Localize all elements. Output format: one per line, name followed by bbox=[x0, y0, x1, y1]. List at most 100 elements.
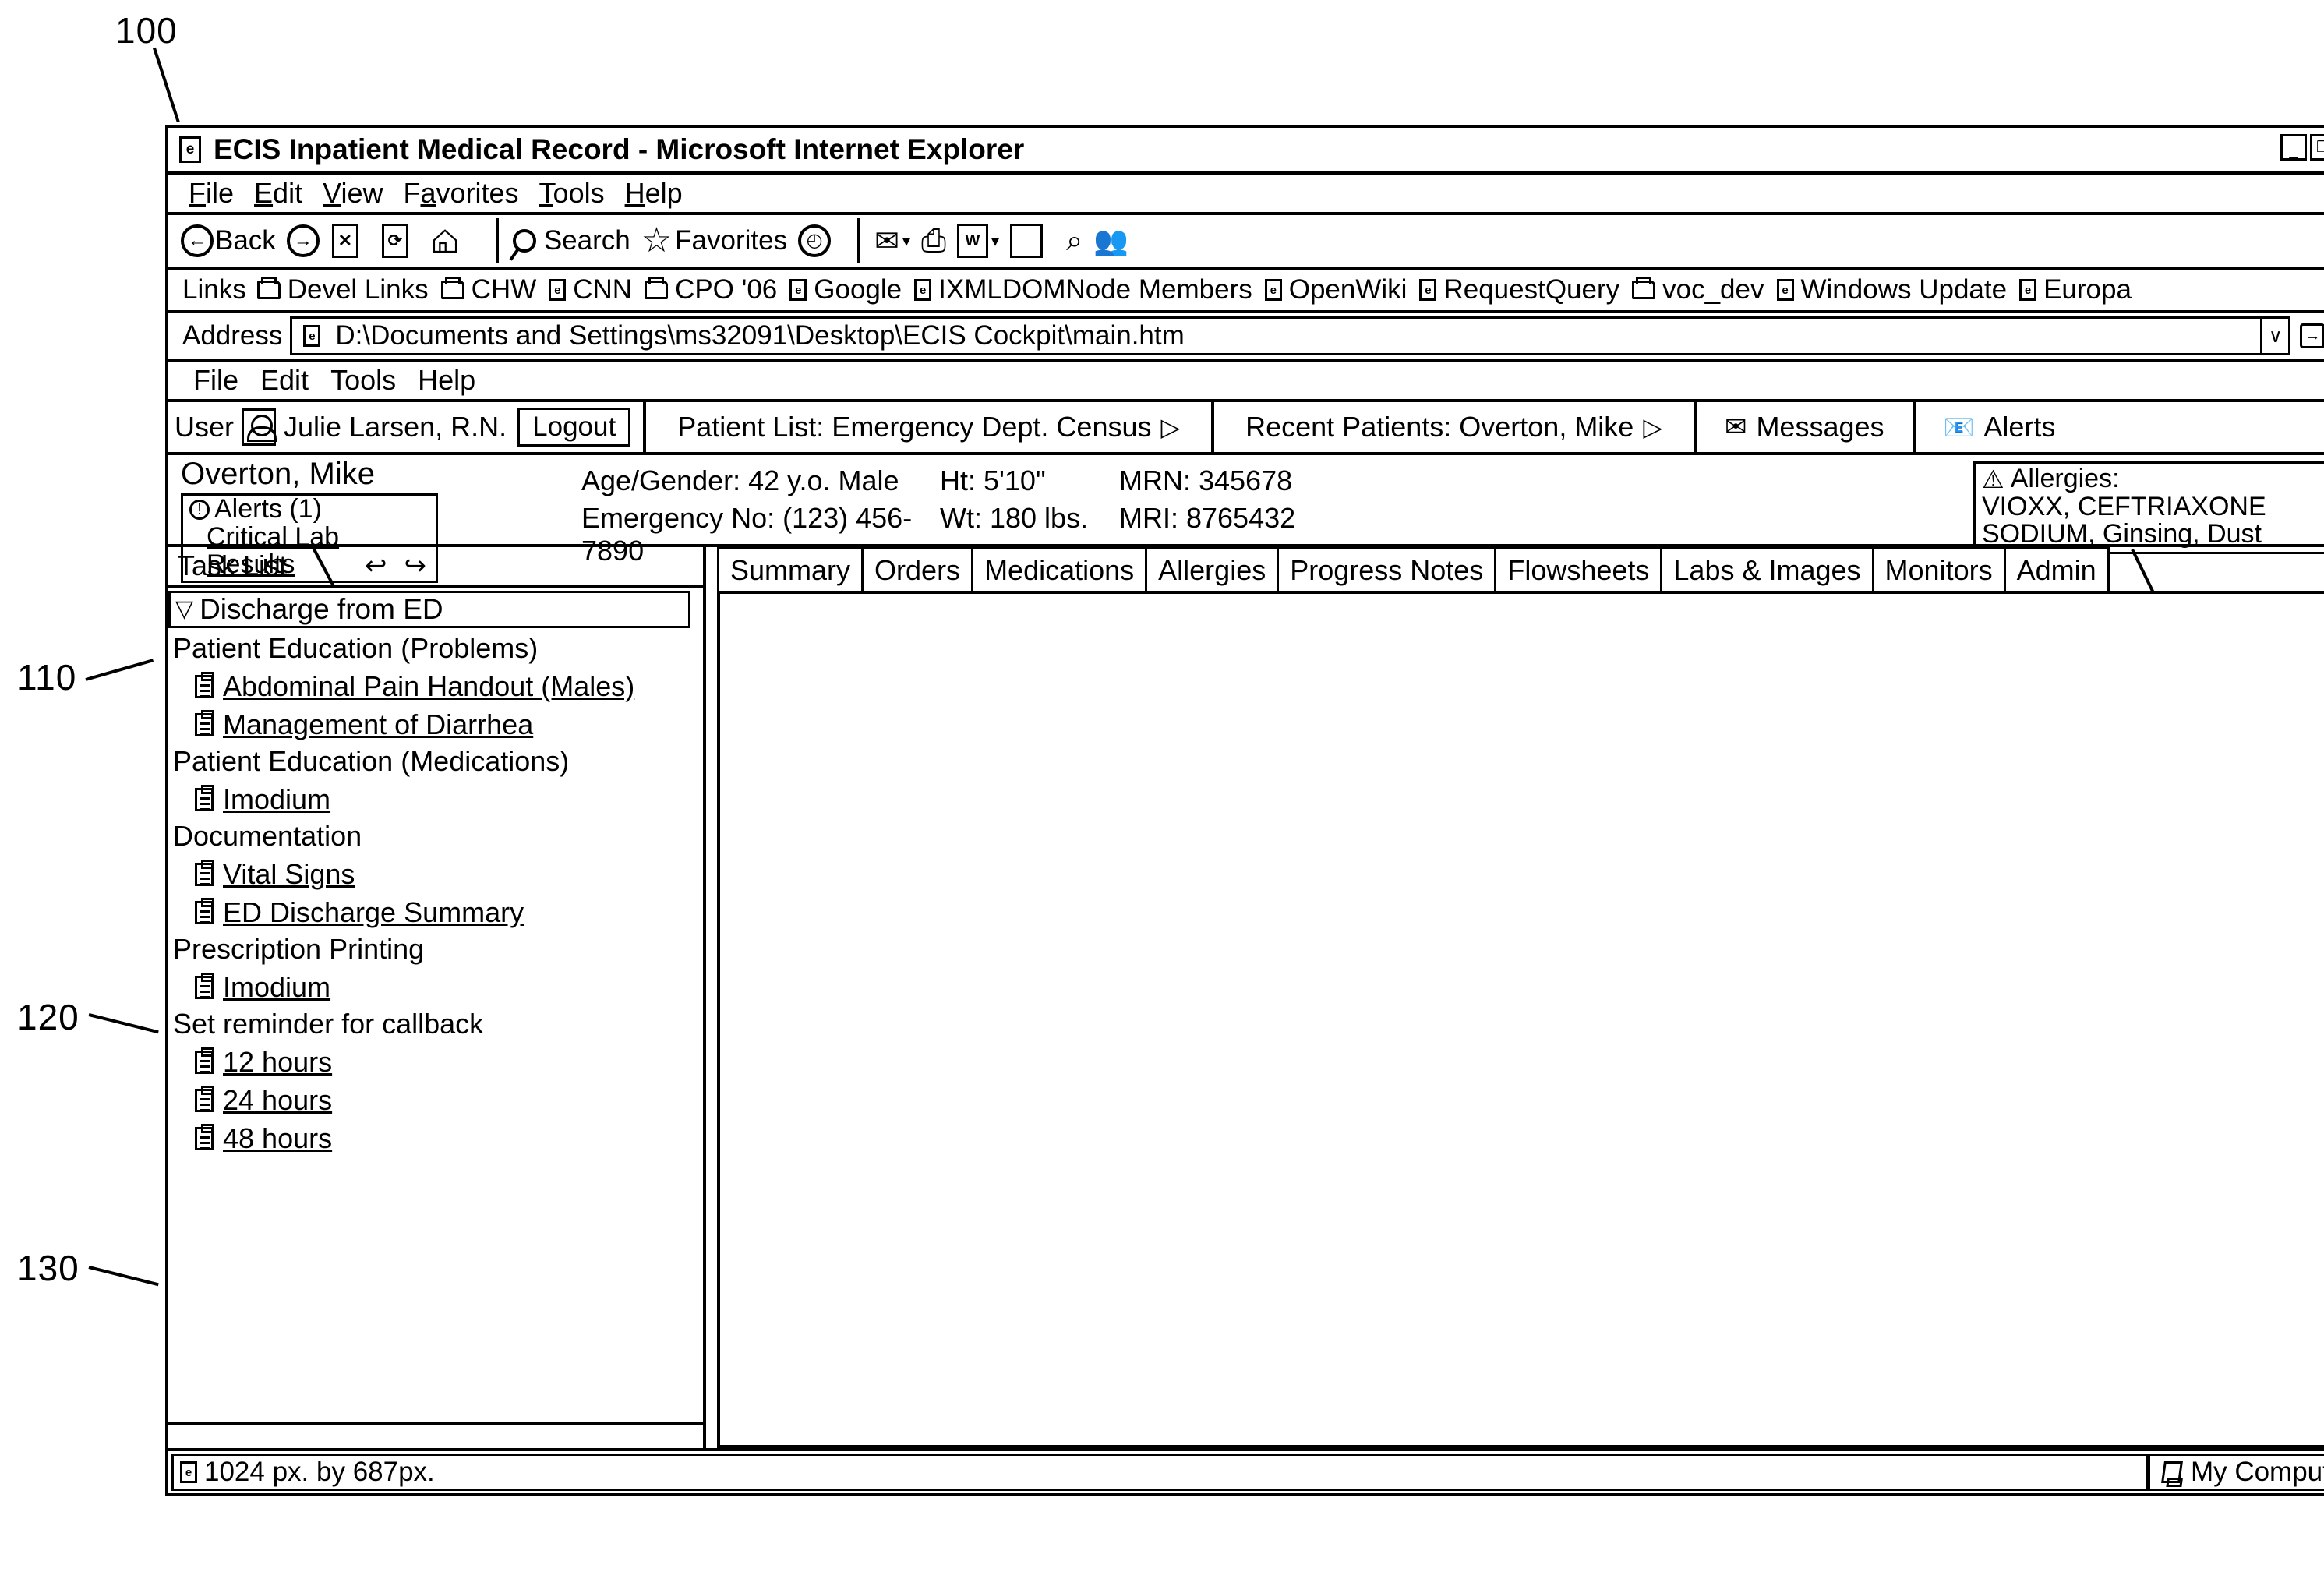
link-cnn[interactable]: e CNN bbox=[549, 274, 632, 306]
address-dropdown-button[interactable]: ∨ bbox=[2262, 316, 2291, 355]
task-list-nav-buttons: ↩ ↪ bbox=[365, 550, 426, 581]
messenger-button[interactable]: 👥 bbox=[1093, 224, 1128, 257]
go-button[interactable]: → Go bbox=[2300, 320, 2324, 351]
task-item-vital-signs[interactable]: Vital Signs bbox=[168, 858, 703, 891]
allergies-box[interactable]: ⚠ Allergies: VIOXX, CEFTRIAXONE SODIUM, … bbox=[1973, 461, 2324, 555]
minimize-button[interactable]: _ bbox=[2280, 134, 2307, 161]
patient-list-label: Patient List: Emergency Dept. Census bbox=[677, 411, 1152, 443]
link-label: Windows Update bbox=[1800, 274, 2008, 305]
link-requestquery[interactable]: e RequestQuery bbox=[1419, 274, 1619, 306]
tab-labs-and-images[interactable]: Labs & Images bbox=[1660, 547, 1874, 591]
link-europa[interactable]: e Europa bbox=[2019, 274, 2132, 306]
user-avatar-icon bbox=[242, 408, 277, 446]
logout-button[interactable]: Logout bbox=[517, 408, 631, 447]
task-item-abdominal-pain-handout[interactable]: Abdominal Pain Handout (Males) bbox=[168, 670, 703, 703]
menu-item-favorites[interactable]: Favorites bbox=[403, 177, 518, 210]
link-google[interactable]: e Google bbox=[789, 274, 902, 306]
user-cell: User Julie Larsen, R.N. Logout bbox=[168, 402, 647, 452]
menu-item-view[interactable]: View bbox=[323, 177, 383, 210]
tab-summary[interactable]: Summary bbox=[717, 547, 864, 591]
search-button-label: Search bbox=[543, 225, 630, 256]
print-button[interactable]: ⎙ bbox=[921, 224, 946, 259]
app-menu-item-help[interactable]: Help bbox=[418, 364, 475, 397]
task-item-48-hours[interactable]: 48 hours bbox=[168, 1122, 703, 1155]
patient-list-selector[interactable]: Patient List: Emergency Dept. Census ▷ bbox=[646, 402, 1215, 452]
recent-patients-selector[interactable]: Recent Patients: Overton, Mike ▷ bbox=[1214, 402, 1697, 452]
folder-icon bbox=[645, 277, 669, 299]
task-list-body: ▽ Discharge from ED Patient Education (P… bbox=[168, 588, 703, 1448]
link-devel-links[interactable]: Devel Links bbox=[256, 274, 429, 306]
task-list-tab[interactable]: Task List bbox=[168, 549, 290, 582]
task-group-label: Patient Education (Problems) bbox=[173, 632, 539, 664]
mail-icon: ✉ bbox=[874, 224, 899, 258]
link-voc-dev[interactable]: voc_dev bbox=[1632, 274, 1764, 306]
stop-button[interactable]: ✕ bbox=[331, 224, 371, 258]
title-bar: e ECIS Inpatient Medical Record - Micros… bbox=[168, 128, 2324, 175]
messages-button[interactable]: ✉ Messages bbox=[1697, 402, 1916, 452]
page-icon: e bbox=[303, 325, 321, 347]
task-list-selected-item[interactable]: ▽ Discharge from ED bbox=[168, 591, 690, 628]
task-item-imodium-prescription[interactable]: Imodium bbox=[168, 971, 703, 1004]
edit-word-button[interactable]: W ▾ bbox=[957, 224, 999, 258]
demo-mrn: MRN: 345678 bbox=[1119, 464, 1293, 496]
alerts-button[interactable]: 📧 Alerts bbox=[1916, 402, 2084, 452]
chevron-right-icon: ▷ bbox=[1643, 413, 1662, 441]
leader-line-100 bbox=[153, 47, 180, 123]
stop-icon: ✕ bbox=[331, 224, 358, 258]
tab-allergies[interactable]: Allergies bbox=[1145, 547, 1280, 591]
tab-progress-notes[interactable]: Progress Notes bbox=[1277, 547, 1497, 591]
task-item-label: Vital Signs bbox=[223, 858, 355, 890]
research-button[interactable]: ⌕ bbox=[1066, 224, 1083, 258]
favorites-button[interactable]: ☆ Favorites bbox=[641, 224, 787, 258]
link-chw[interactable]: CHW bbox=[440, 274, 536, 306]
task-item-management-of-diarrhea[interactable]: Management of Diarrhea bbox=[168, 708, 703, 741]
mail-button[interactable]: ✉ ▾ bbox=[874, 224, 910, 259]
history-button[interactable]: ◴ bbox=[798, 224, 832, 257]
link-openwiki[interactable]: e OpenWiki bbox=[1264, 274, 1407, 306]
menu-item-tools[interactable]: Tools bbox=[539, 177, 605, 210]
tab-medications[interactable]: Medications bbox=[971, 547, 1148, 591]
page-icon: e bbox=[914, 279, 932, 301]
blank-page-button[interactable] bbox=[1010, 224, 1055, 258]
search-button[interactable]: Search bbox=[512, 225, 630, 256]
arrow-right-icon: → bbox=[286, 224, 320, 257]
menu-item-help[interactable]: Help bbox=[625, 177, 683, 210]
link-windows-update[interactable]: e Windows Update bbox=[1776, 274, 2008, 306]
tab-admin[interactable]: Admin bbox=[2003, 547, 2110, 591]
undo-arrow-icon[interactable]: ↩ bbox=[365, 550, 387, 581]
task-item-imodium-education[interactable]: Imodium bbox=[168, 783, 703, 816]
link-ixmldomnode-members[interactable]: e IXMLDOMNode Members bbox=[914, 274, 1252, 306]
status-bar-zone[interactable]: My Computer bbox=[2147, 1454, 2324, 1491]
menu-item-edit[interactable]: Edit bbox=[254, 177, 302, 210]
redo-arrow-icon[interactable]: ↪ bbox=[404, 550, 427, 581]
task-item-12-hours[interactable]: 12 hours bbox=[168, 1046, 703, 1079]
forward-button[interactable]: → bbox=[286, 224, 321, 257]
link-cpo-06[interactable]: CPO '06 bbox=[645, 274, 777, 306]
ref-numeral-120: 120 bbox=[17, 997, 79, 1037]
menu-item-file[interactable]: File bbox=[189, 177, 234, 210]
app-menu-item-tools[interactable]: Tools bbox=[330, 364, 396, 397]
task-item-label: Imodium bbox=[223, 783, 331, 815]
browser-menu-bar: File Edit View Favorites Tools Help bbox=[168, 175, 2324, 215]
address-input[interactable]: e D:\Documents and Settings\ms32091\Desk… bbox=[290, 316, 2263, 355]
link-label: RequestQuery bbox=[1443, 274, 1620, 305]
task-list-selected-label: Discharge from ED bbox=[200, 593, 443, 625]
back-button[interactable]: ← Back bbox=[181, 224, 276, 257]
chevron-right-icon: ▷ bbox=[1160, 413, 1181, 441]
home-button[interactable] bbox=[432, 224, 471, 258]
maximize-button[interactable]: ❐ bbox=[2310, 134, 2324, 161]
tab-orders[interactable]: Orders bbox=[861, 547, 974, 591]
envelope-icon: ✉ bbox=[1724, 412, 1747, 442]
task-item-label: Imodium bbox=[223, 971, 331, 1003]
app-menu-item-file[interactable]: File bbox=[193, 364, 238, 397]
warning-triangle-icon: ⚠ bbox=[1982, 464, 2004, 493]
main-pane: Summary Orders Medications Allergies Pro… bbox=[706, 547, 2324, 1448]
tab-monitors[interactable]: Monitors bbox=[1871, 547, 2006, 591]
task-item-24-hours[interactable]: 24 hours bbox=[168, 1084, 703, 1117]
task-item-label: 24 hours bbox=[223, 1084, 333, 1116]
task-list-header: Task List ↩ ↪ bbox=[168, 547, 703, 588]
task-item-ed-discharge-summary[interactable]: ED Discharge Summary bbox=[168, 896, 703, 929]
tab-flowsheets[interactable]: Flowsheets bbox=[1494, 547, 1663, 591]
refresh-button[interactable]: ⟳ bbox=[381, 224, 421, 258]
app-menu-item-edit[interactable]: Edit bbox=[260, 364, 309, 397]
